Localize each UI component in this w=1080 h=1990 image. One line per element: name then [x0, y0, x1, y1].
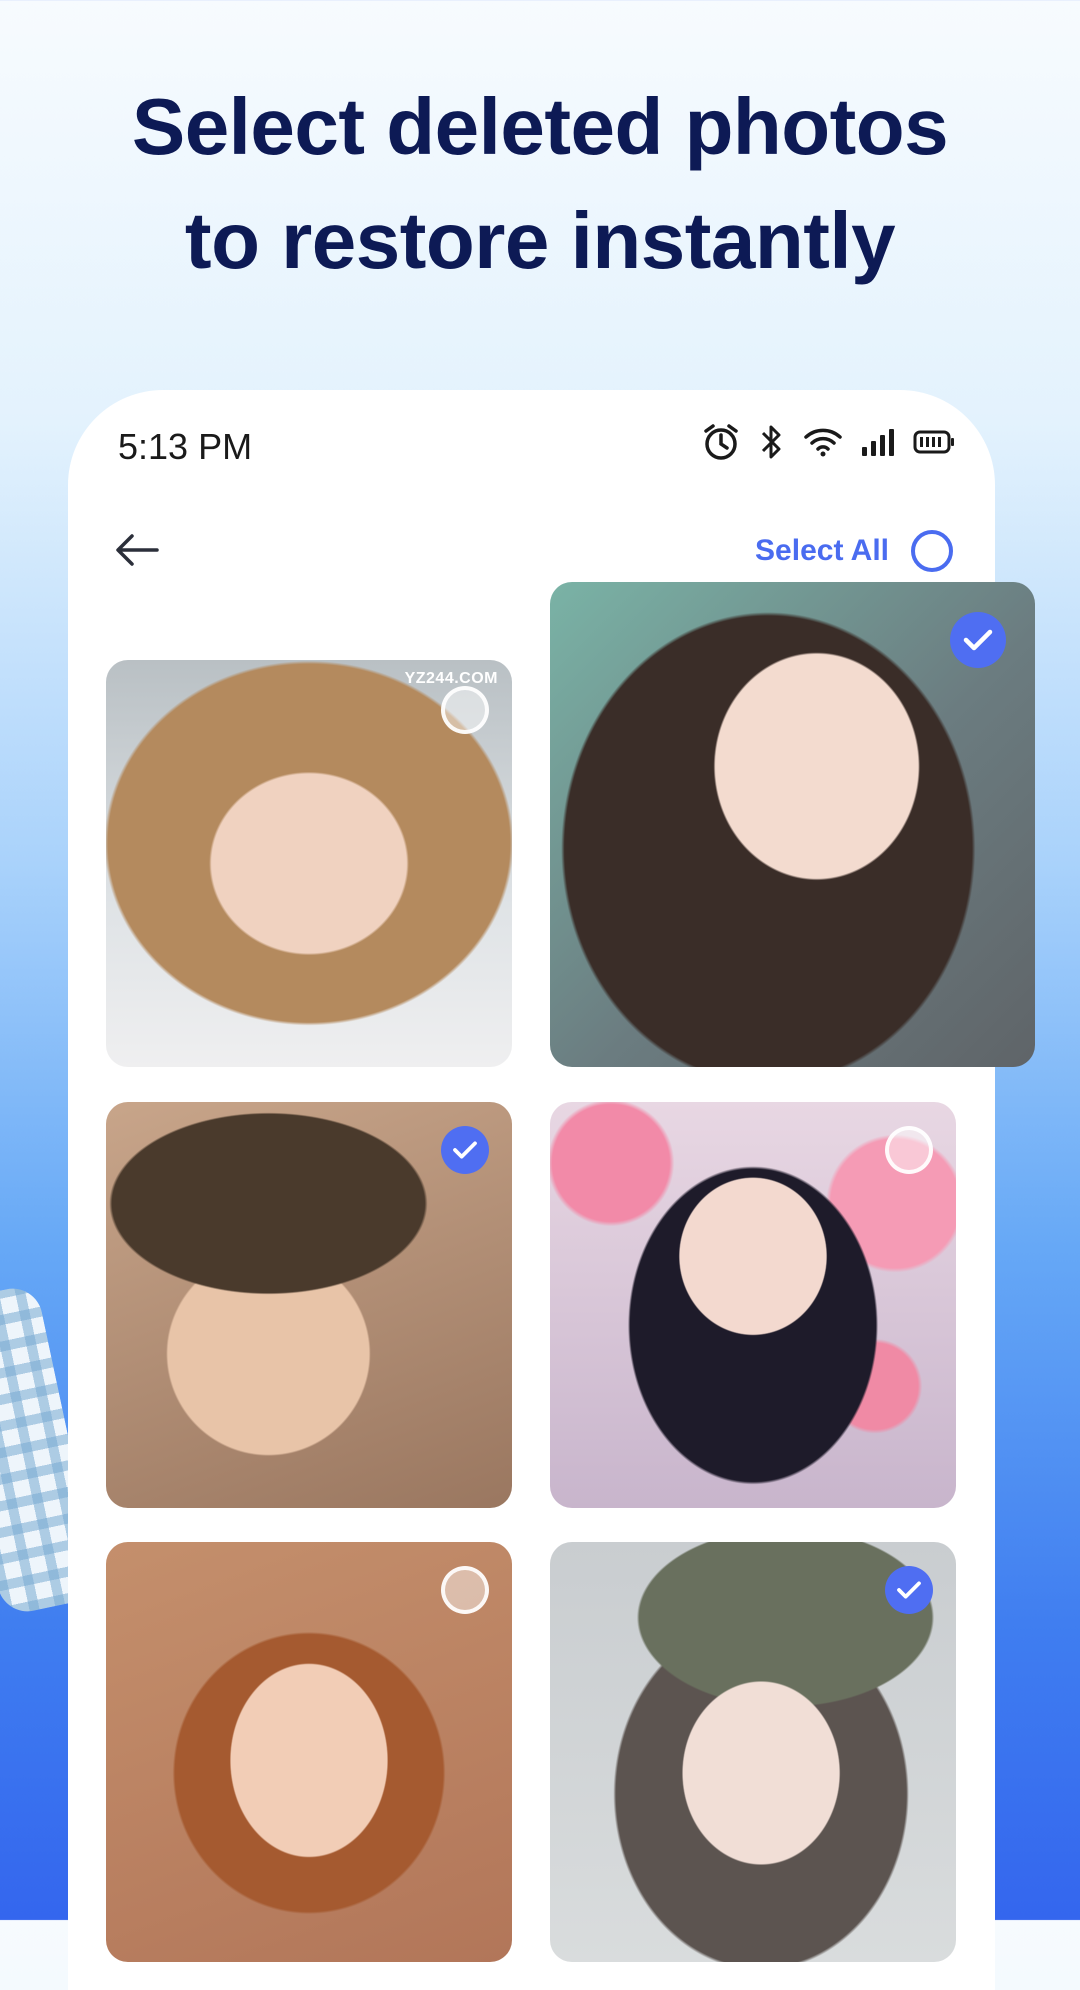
photo-tile-4[interactable]: [550, 1102, 956, 1508]
alarm-icon: [704, 424, 738, 460]
checkmark-icon: [963, 629, 993, 651]
photo-tile-6[interactable]: [550, 1542, 956, 1962]
select-all-button[interactable]: Select All: [755, 530, 953, 572]
headline-line-2: to restore instantly: [184, 196, 896, 285]
select-all-checkbox[interactable]: [911, 530, 953, 572]
photo-select-checkbox-3[interactable]: [441, 1126, 489, 1174]
status-time: 5:13 PM: [118, 426, 253, 467]
checkmark-icon: [453, 1141, 477, 1159]
back-button[interactable]: [110, 530, 164, 570]
arrow-left-icon: [116, 534, 159, 566]
checkmark-icon: [897, 1581, 921, 1599]
photo-tile-3[interactable]: [106, 1102, 512, 1508]
photo-tile-1[interactable]: YZ244.COM: [106, 660, 512, 1067]
photo-select-checkbox-5[interactable]: [441, 1566, 489, 1614]
bluetooth-icon: [761, 425, 781, 459]
photo-select-checkbox-2[interactable]: [950, 612, 1006, 668]
status-icons: [701, 422, 955, 462]
photo-select-checkbox-4[interactable]: [885, 1126, 933, 1174]
photo-select-checkbox-6[interactable]: [885, 1566, 933, 1614]
watermark-text: YZ244.COM: [404, 670, 498, 687]
photo-select-checkbox-1[interactable]: [441, 686, 489, 734]
photo-tile-5[interactable]: [106, 1542, 512, 1962]
photo-tile-2[interactable]: [550, 582, 1035, 1067]
headline: Select deleted photos to restore instant…: [0, 70, 1080, 298]
battery-icon: [913, 430, 954, 454]
signal-icon: [862, 429, 894, 456]
wifi-icon: [804, 428, 842, 457]
headline-line-1: Select deleted photos: [131, 82, 949, 171]
select-all-label: Select All: [755, 534, 889, 567]
